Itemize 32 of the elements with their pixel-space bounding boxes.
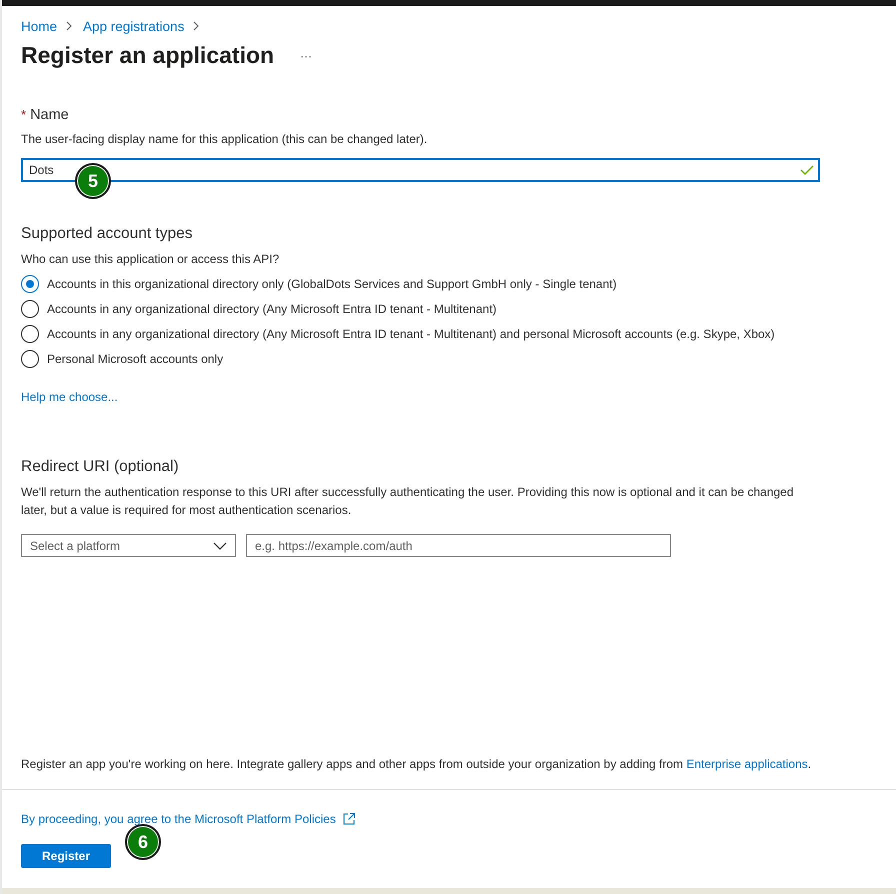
section-heading: Redirect URI (optional) bbox=[21, 458, 180, 476]
chevron-icon bbox=[65, 20, 74, 32]
section-description: We'll return the authentication response to this URI after successfully authenticating the user. Providing this now is optional and it can be changed later, but a value is required for most authentication scenarios. bbox=[21, 484, 795, 519]
radio-button[interactable] bbox=[21, 350, 39, 368]
radio-button[interactable] bbox=[21, 300, 39, 318]
uri-input-field[interactable]: e.g. https://example.com/auth bbox=[246, 534, 671, 557]
page-title: Register an application bbox=[21, 42, 274, 69]
radio-label: Accounts in this organizational directory only (GlobalDots Services and Support GmbH only - Single tenant) bbox=[47, 276, 618, 293]
help-link[interactable]: Help me choose... bbox=[21, 390, 118, 404]
more-button[interactable]: ··· bbox=[296, 48, 316, 62]
section-question: Who can use this application or access this API? bbox=[21, 252, 280, 266]
step-badge: 6 bbox=[125, 824, 161, 860]
chevron-icon bbox=[192, 20, 200, 32]
platform-dropdown[interactable]: Select a platform bbox=[21, 534, 236, 557]
required-mark: * bbox=[21, 107, 26, 122]
breadcrumb-link[interactable]: App registrations bbox=[83, 18, 184, 34]
policy-link[interactable]: By proceeding, you agree to the Microsoft Platform Policies bbox=[21, 812, 336, 826]
caret-icon bbox=[213, 542, 227, 550]
radio-label: Accounts in any organizational directory (Any Microsoft Entra ID tenant - Multitenant) and personal Microsoft accounts (e.g. Skype, Xbox) bbox=[47, 326, 776, 343]
field-description: The user-facing display name for this application (this can be changed later). bbox=[21, 132, 428, 146]
enterprise-applications-link[interactable]: Enterprise applications bbox=[686, 757, 808, 771]
radio-button[interactable] bbox=[21, 275, 39, 293]
field-label: Name bbox=[30, 107, 69, 123]
step-badge: 5 bbox=[75, 163, 111, 199]
radio-label: Accounts in any organizational directory (Any Microsoft Entra ID tenant - Multitenant) bbox=[47, 301, 498, 318]
radio-label: Personal Microsoft accounts only bbox=[47, 351, 224, 368]
radio-button[interactable] bbox=[21, 325, 39, 343]
register-button[interactable]: Register bbox=[21, 844, 111, 868]
breadcrumb-link[interactable]: Home bbox=[21, 18, 58, 34]
section-heading: Supported account types bbox=[21, 225, 194, 243]
external-link-icon bbox=[342, 812, 356, 826]
gallery-note: Register an app you're working on here. Integrate gallery apps and other apps from outside your organization by adding from Enterprise applications. bbox=[21, 757, 812, 771]
